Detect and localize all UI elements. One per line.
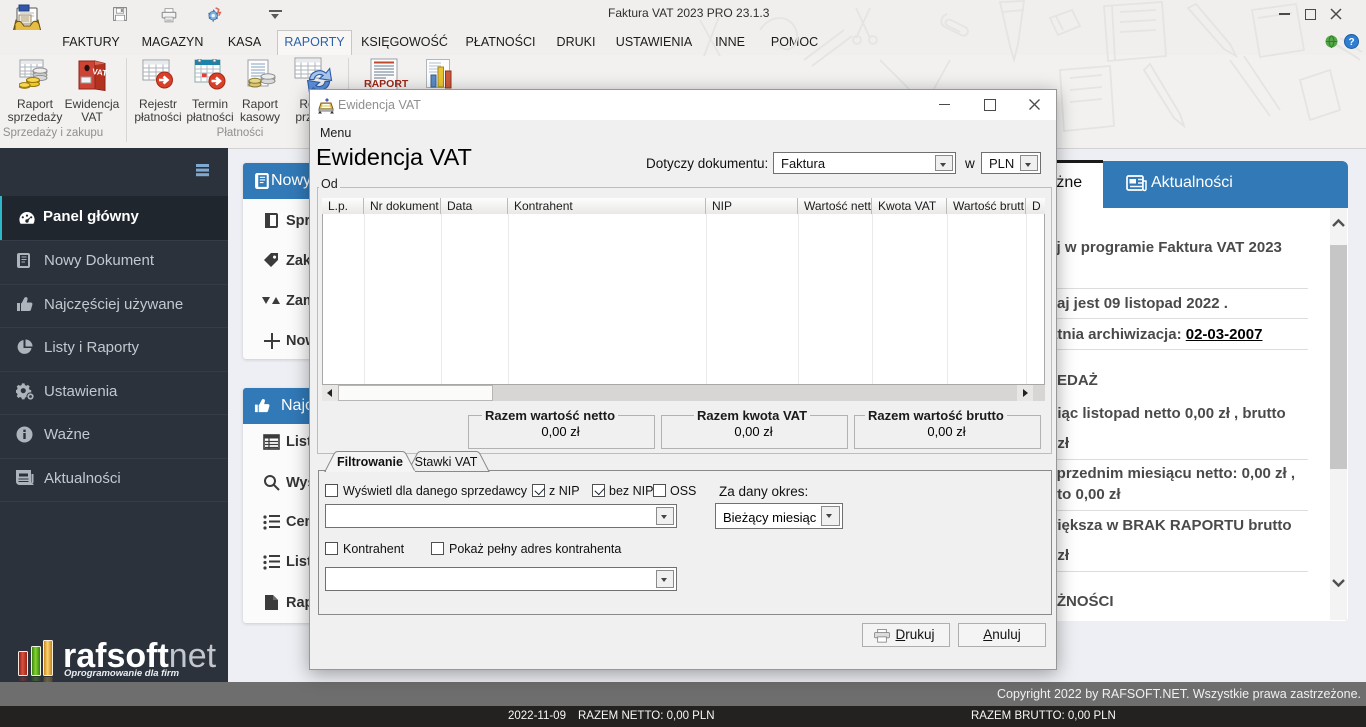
svg-text:Filtrowanie: Filtrowanie <box>337 455 403 469</box>
svg-text:VAT: VAT <box>92 67 107 78</box>
svg-text:?: ? <box>1348 37 1354 48</box>
svg-text:Stawki VAT: Stawki VAT <box>415 455 478 469</box>
